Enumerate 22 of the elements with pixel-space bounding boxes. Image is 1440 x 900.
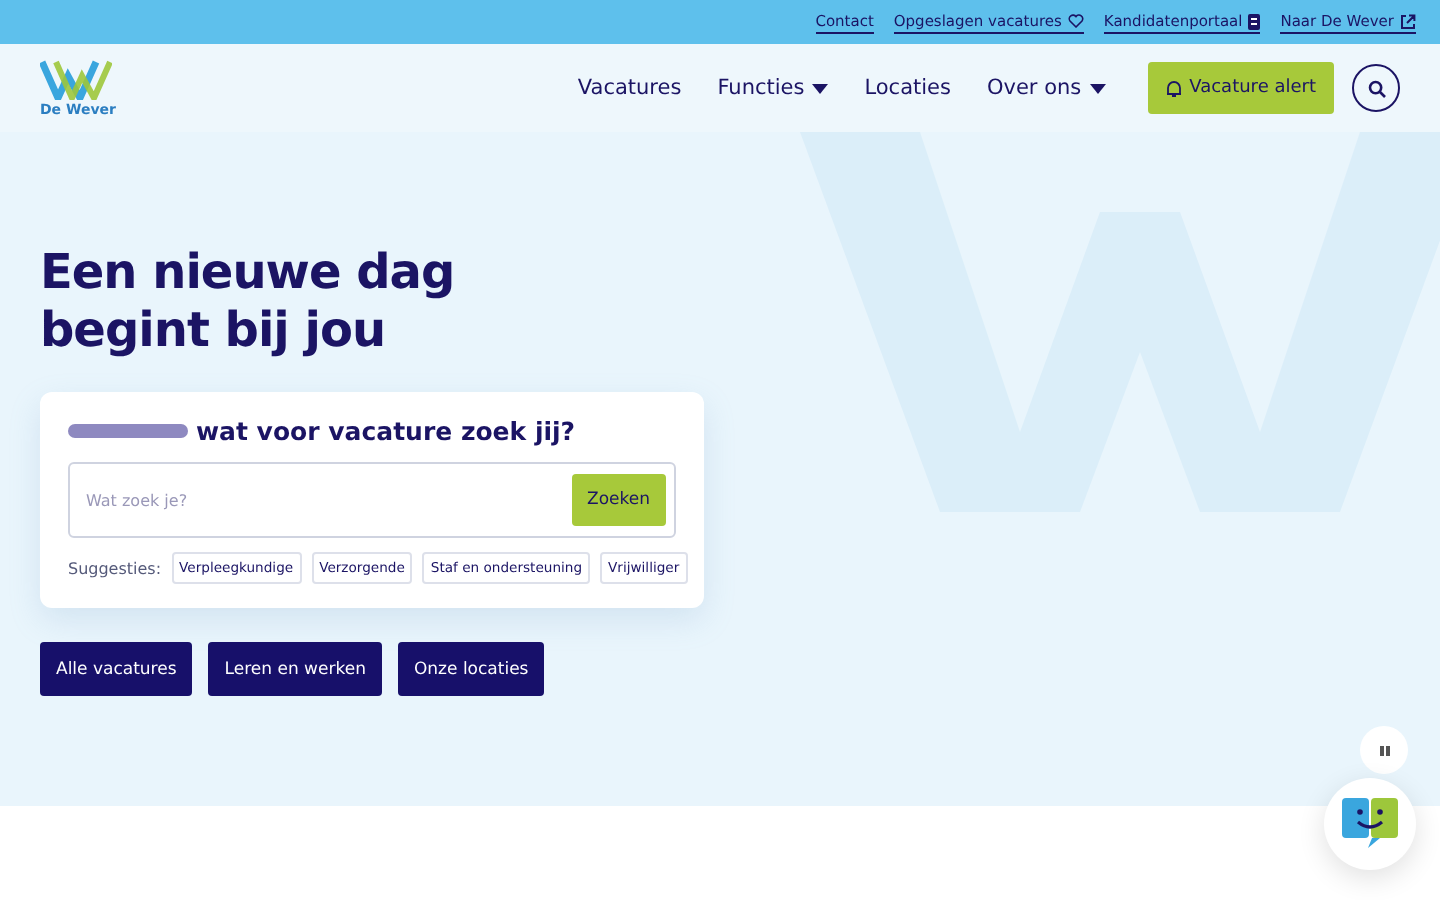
- link-button[interactable]: Onze locaties: [397, 642, 545, 696]
- nav-item[interactable]: Over ons: [986, 76, 1106, 100]
- hero-title: Een nieuwe dag begint bij jou: [40, 244, 457, 360]
- vacature-alert-button[interactable]: Vacature alert: [1147, 62, 1334, 114]
- link-button[interactable]: Alle vacatures: [40, 642, 193, 696]
- search-submit-button[interactable]: Zoeken: [571, 474, 666, 526]
- suggestions-label: Suggesties:: [68, 559, 162, 577]
- search-field[interactable]: Wat zoek je? Zoeken: [68, 462, 676, 538]
- chat-icon: [1342, 798, 1398, 850]
- nav-item[interactable]: Functies: [717, 76, 829, 100]
- link-button[interactable]: Leren en werken: [208, 642, 382, 696]
- nav-item[interactable]: Vacatures: [577, 76, 682, 100]
- id-card-icon: [1248, 13, 1261, 29]
- bell-icon: [1165, 79, 1182, 97]
- nav-item[interactable]: Locaties: [864, 76, 951, 100]
- search-button[interactable]: [1352, 64, 1400, 112]
- heart-icon: [1067, 14, 1084, 28]
- external-link-icon: [1400, 13, 1416, 29]
- search-heading: wat voor vacature zoek jij?: [196, 416, 576, 446]
- placeholder-bar: [68, 424, 188, 438]
- pause-icon: [1379, 745, 1389, 755]
- search-icon: [1367, 79, 1385, 97]
